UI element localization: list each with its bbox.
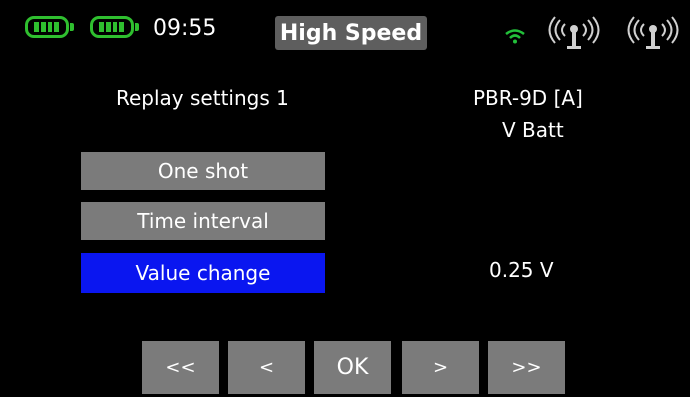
first-button[interactable]: << [142,341,219,394]
previous-button[interactable]: < [228,341,305,394]
antenna-icon [548,16,600,49]
sensor-name: V Batt [502,118,564,142]
next-button[interactable]: > [402,341,479,394]
last-button[interactable]: >> [488,341,565,394]
battery-icon [25,16,74,38]
mode-badge: High Speed [275,16,427,50]
option-time-interval[interactable]: Time interval [81,202,325,240]
battery-icon [90,16,139,38]
option-one-shot[interactable]: One shot [81,152,325,190]
device-name: PBR-9D [A] [473,86,583,110]
ok-button[interactable]: OK [314,341,391,394]
clock-time: 09:55 [153,16,217,41]
option-value-change[interactable]: Value change [81,253,325,293]
threshold-value[interactable]: 0.25 V [489,258,554,282]
status-bar: 09:55 High Speed [8,4,688,56]
wifi-icon [505,29,525,44]
screen-frame: 09:55 High Speed Replay settings 1 PBR-9… [8,4,688,394]
page-title: Replay settings 1 [116,86,289,110]
antenna-icon [627,16,679,49]
